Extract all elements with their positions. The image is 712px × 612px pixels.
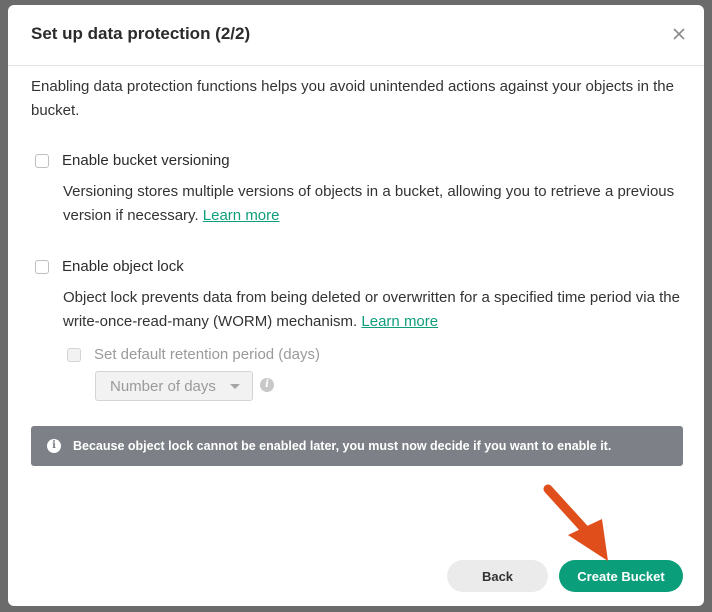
data-protection-modal: Set up data protection (2/2) Enabling da… <box>8 5 704 606</box>
object-lock-checkbox[interactable] <box>35 259 49 274</box>
chevron-down-icon <box>230 384 240 389</box>
retention-days-select: Number of days <box>95 371 253 401</box>
close-icon[interactable] <box>670 25 688 43</box>
versioning-checkbox[interactable] <box>35 153 49 168</box>
versioning-learn-more-link[interactable]: Learn more <box>203 207 280 224</box>
versioning-description-text: Versioning stores multiple versions of o… <box>63 183 675 224</box>
info-icon[interactable]: i <box>260 378 274 392</box>
intro-text: Enabling data protection functions helps… <box>31 78 674 119</box>
object-lock-learn-more-link[interactable]: Learn more <box>361 313 438 330</box>
object-lock-description: Object lock prevents data from being del… <box>63 286 695 334</box>
back-button[interactable]: Back <box>447 560 548 592</box>
warning-banner: i Because object lock cannot be enabled … <box>31 426 683 466</box>
create-bucket-button[interactable]: Create Bucket <box>559 560 683 592</box>
modal-title: Set up data protection (2/2) <box>31 24 251 43</box>
versioning-row[interactable]: Enable bucket versioning <box>35 152 230 169</box>
retention-days-placeholder: Number of days <box>110 377 216 395</box>
retention-label: Set default retention period (days) <box>94 346 320 363</box>
object-lock-row[interactable]: Enable object lock <box>35 258 184 275</box>
retention-checkbox <box>67 347 81 362</box>
versioning-label[interactable]: Enable bucket versioning <box>62 152 230 169</box>
modal-header: Set up data protection (2/2) <box>8 5 704 66</box>
versioning-description: Versioning stores multiple versions of o… <box>63 180 695 228</box>
retention-row: Set default retention period (days) <box>67 346 320 363</box>
info-icon: i <box>47 439 61 453</box>
warning-text: Because object lock cannot be enabled la… <box>73 439 612 453</box>
object-lock-label[interactable]: Enable object lock <box>62 258 184 275</box>
